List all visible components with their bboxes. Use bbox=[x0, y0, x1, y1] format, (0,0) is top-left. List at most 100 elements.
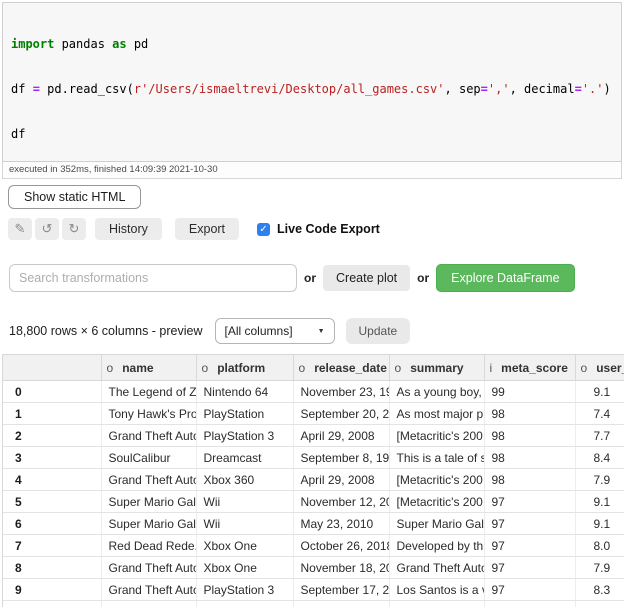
dtype-label: o bbox=[395, 361, 402, 375]
dtype-label: o bbox=[202, 361, 209, 375]
undo-button[interactable]: ↺ bbox=[35, 218, 59, 240]
dataframe-preview: onameoplatformorelease_dateosummaryimeta… bbox=[2, 354, 624, 607]
cell-meta_score bbox=[484, 601, 575, 607]
column-header-summary[interactable]: o summary bbox=[389, 355, 484, 381]
cell-name: Super Mario Gal... bbox=[101, 513, 196, 535]
cell-summary: Super Mario Gal... bbox=[389, 513, 484, 535]
cell-meta_score: 97 bbox=[484, 535, 575, 557]
column-name-label: name bbox=[122, 361, 153, 375]
history-button[interactable]: History bbox=[95, 218, 162, 240]
create-plot-button[interactable]: Create plot bbox=[323, 265, 410, 291]
column-name-label: meta_score bbox=[501, 361, 568, 375]
cell-name: Tony Hawk's Pro... bbox=[101, 403, 196, 425]
cell-meta_score: 98 bbox=[484, 425, 575, 447]
cell-name: SoulCalibur bbox=[101, 447, 196, 469]
cell-index: 0 bbox=[3, 381, 101, 403]
cell-platform: Wii bbox=[196, 491, 293, 513]
cell-index: 8 bbox=[3, 557, 101, 579]
execution-status: executed in 352ms, finished 14:09:39 202… bbox=[2, 162, 622, 179]
explore-dataframe-button[interactable]: Explore DataFrame bbox=[436, 264, 574, 292]
table-row: 6Super Mario Gal...WiiMay 23, 2010Super … bbox=[3, 513, 624, 535]
code-line-3: df bbox=[11, 127, 613, 142]
cell-user_score: 7.4 bbox=[575, 403, 624, 425]
search-transformations-input[interactable] bbox=[9, 264, 297, 292]
cell-name: Red Dead Rede... bbox=[101, 535, 196, 557]
cell-name bbox=[101, 601, 196, 607]
column-header-release_date[interactable]: orelease_date bbox=[293, 355, 389, 381]
cell-release_date: April 29, 2008 bbox=[293, 469, 389, 491]
code-cell[interactable]: import pandas as pd df = pd.read_csv(r'/… bbox=[2, 2, 622, 162]
cell-summary: Grand Theft Auto... bbox=[389, 557, 484, 579]
columns-dropdown[interactable]: [All columns] ▼ bbox=[215, 318, 335, 344]
shape-preview-label: 18,800 rows × 6 columns - preview bbox=[9, 324, 203, 338]
column-header-platform[interactable]: o platform bbox=[196, 355, 293, 381]
column-header-meta_score[interactable]: i meta_score bbox=[484, 355, 575, 381]
dtype-label: o bbox=[299, 361, 306, 375]
table-row: 7Red Dead Rede...Xbox OneOctober 26, 201… bbox=[3, 535, 624, 557]
edit-button[interactable]: ✎ bbox=[8, 218, 32, 240]
cell-release_date: November 12, 20... bbox=[293, 491, 389, 513]
table-row: 3SoulCaliburDreamcastSeptember 8, 1999Th… bbox=[3, 447, 624, 469]
redo-button[interactable]: ↻ bbox=[62, 218, 86, 240]
columns-dropdown-value: [All columns] bbox=[225, 324, 293, 338]
cell-summary: As most major p... bbox=[389, 403, 484, 425]
table-row: 5Super Mario Gal...WiiNovember 12, 20...… bbox=[3, 491, 624, 513]
code-line-2: df = pd.read_csv(r'/Users/ismaeltrevi/De… bbox=[11, 82, 613, 97]
cell-release_date: April 29, 2008 bbox=[293, 425, 389, 447]
column-header-user_score[interactable]: ouser_score bbox=[575, 355, 624, 381]
table-row: 9Grand Theft Auto VPlayStation 3Septembe… bbox=[3, 579, 624, 601]
live-code-export-checkbox[interactable]: ✓ bbox=[257, 223, 270, 236]
cell-summary: [Metacritic's 200... bbox=[389, 469, 484, 491]
cell-summary: [Metacritic's 200... bbox=[389, 491, 484, 513]
pencil-icon: ✎ bbox=[15, 221, 26, 237]
cell-name: Grand Theft Auto V bbox=[101, 579, 196, 601]
dtype-label: o bbox=[581, 361, 588, 375]
cell-meta_score: 97 bbox=[484, 579, 575, 601]
table-body: 0The Legend of Z...Nintendo 64November 2… bbox=[3, 381, 624, 607]
cell-user_score: 8.3 bbox=[575, 579, 624, 601]
cell-platform: Xbox 360 bbox=[196, 469, 293, 491]
cell-index: 6 bbox=[3, 513, 101, 535]
or-label: or bbox=[304, 271, 316, 285]
column-name-label: platform bbox=[217, 361, 265, 375]
cell-platform: Xbox One bbox=[196, 557, 293, 579]
cell-name: Grand Theft Auto... bbox=[101, 469, 196, 491]
undo-icon: ↺ bbox=[42, 221, 53, 237]
cell-user_score: 7.9 bbox=[575, 469, 624, 491]
cell-release_date: November 18, 20... bbox=[293, 557, 389, 579]
cell-user_score: 8.0 bbox=[575, 535, 624, 557]
cell-platform: Dreamcast bbox=[196, 447, 293, 469]
dataframe-table: onameoplatformorelease_dateosummaryimeta… bbox=[3, 355, 624, 607]
column-header-name[interactable]: oname bbox=[101, 355, 196, 381]
cell-platform: Xbox One bbox=[196, 535, 293, 557]
cell-platform: Wii bbox=[196, 513, 293, 535]
cell-platform bbox=[196, 601, 293, 607]
chevron-down-icon: ▼ bbox=[318, 328, 325, 335]
cell-index: 4 bbox=[3, 469, 101, 491]
cell-platform: Nintendo 64 bbox=[196, 381, 293, 403]
actions-row: or Create plot or Explore DataFrame bbox=[9, 264, 624, 292]
cell-name: Grand Theft Auto... bbox=[101, 425, 196, 447]
dtype-label: o bbox=[107, 361, 114, 375]
export-button[interactable]: Export bbox=[175, 218, 239, 240]
cell-summary: Developed by th... bbox=[389, 535, 484, 557]
update-button[interactable]: Update bbox=[346, 318, 411, 344]
or-label: or bbox=[417, 271, 429, 285]
column-name-label: summary bbox=[410, 361, 463, 375]
cell-user_score: 8.4 bbox=[575, 447, 624, 469]
dtype-label: i bbox=[490, 361, 493, 375]
table-row: 8Grand Theft Auto VXbox OneNovember 18, … bbox=[3, 557, 624, 579]
check-icon: ✓ bbox=[259, 224, 267, 235]
cell-index: 2 bbox=[3, 425, 101, 447]
cell-user_score bbox=[575, 601, 624, 607]
preview-info-row: 18,800 rows × 6 columns - preview [All c… bbox=[9, 318, 624, 344]
cell-summary: This is a tale of s... bbox=[389, 447, 484, 469]
show-static-html-button[interactable]: Show static HTML bbox=[8, 185, 141, 209]
cell-platform: PlayStation 3 bbox=[196, 425, 293, 447]
table-row: 4Grand Theft Auto...Xbox 360April 29, 20… bbox=[3, 469, 624, 491]
cell-release_date: October 26, 2018 bbox=[293, 535, 389, 557]
cell-index: 3 bbox=[3, 447, 101, 469]
cell-name: Super Mario Gal... bbox=[101, 491, 196, 513]
cell-summary: Los Santos is a v... bbox=[389, 579, 484, 601]
cell-user_score: 9.1 bbox=[575, 513, 624, 535]
